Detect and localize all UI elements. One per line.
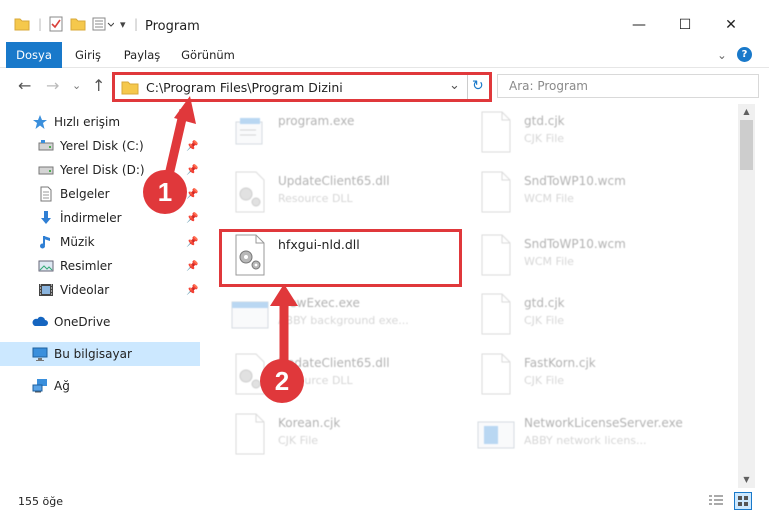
annotation-arrows bbox=[161, 96, 298, 368]
step-2-badge: 2 bbox=[260, 359, 304, 403]
step-1-badge: 1 bbox=[143, 170, 187, 214]
arrow-to-file bbox=[270, 284, 298, 368]
